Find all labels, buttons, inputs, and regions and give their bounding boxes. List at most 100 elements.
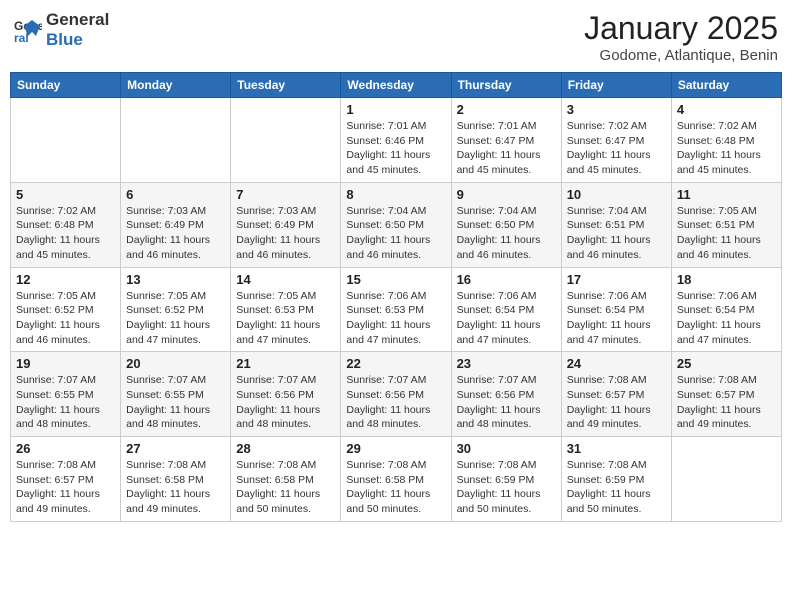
calendar-cell: 22 Sunrise: 7:07 AM Sunset: 6:56 PM Dayli… — [341, 352, 451, 437]
day-number: 3 — [567, 102, 666, 117]
calendar-cell: 16Sunrise: 7:06 AM Sunset: 6:54 PM Dayli… — [451, 267, 561, 352]
weekday-header: Friday — [561, 73, 671, 98]
day-number: 29 — [346, 441, 445, 456]
title-block: January 2025 Godome, Atlantique, Benin — [584, 10, 778, 64]
day-info: Sunrise: 7:08 AM Sunset: 6:58 PM Dayligh… — [346, 458, 445, 517]
calendar-week-row: 26 Sunrise: 7:08 AM Sunset: 6:57 PM Dayli… — [11, 437, 782, 522]
logo-icon: Gene ral — [14, 16, 42, 44]
weekday-header-row: SundayMondayTuesdayWednesdayThursdayFrid… — [11, 73, 782, 98]
weekday-header: Monday — [121, 73, 231, 98]
day-number: 7 — [236, 187, 335, 202]
day-info: Sunrise: 7:04 AM Sunset: 6:50 PM Dayligh… — [457, 204, 556, 263]
calendar-cell: 18Sunrise: 7:06 AM Sunset: 6:54 PM Dayli… — [671, 267, 781, 352]
day-number: 1 — [346, 102, 445, 117]
calendar-cell: 29 Sunrise: 7:08 AM Sunset: 6:58 PM Dayli… — [341, 437, 451, 522]
day-number: 9 — [457, 187, 556, 202]
day-info: Sunrise: 7:01 AM Sunset: 6:47 PM Dayligh… — [457, 119, 556, 178]
weekday-header: Sunday — [11, 73, 121, 98]
day-info: Sunrise: 7:08 AM Sunset: 6:57 PM Dayligh… — [16, 458, 115, 517]
calendar-cell: 4 Sunrise: 7:02 AM Sunset: 6:48 PM Daylig… — [671, 98, 781, 183]
day-number: 23 — [457, 356, 556, 371]
calendar-cell: 2 Sunrise: 7:01 AM Sunset: 6:47 PM Daylig… — [451, 98, 561, 183]
day-info: Sunrise: 7:06 AM Sunset: 6:53 PM Dayligh… — [346, 289, 445, 348]
weekday-header: Wednesday — [341, 73, 451, 98]
calendar-cell: 24 Sunrise: 7:08 AM Sunset: 6:57 PM Dayli… — [561, 352, 671, 437]
calendar-cell: 9 Sunrise: 7:04 AM Sunset: 6:50 PM Daylig… — [451, 182, 561, 267]
day-number: 19 — [16, 356, 115, 371]
day-info: Sunrise: 7:05 AM Sunset: 6:51 PM Dayligh… — [677, 204, 776, 263]
day-number: 26 — [16, 441, 115, 456]
calendar-cell: 21 Sunrise: 7:07 AM Sunset: 6:56 PM Dayli… — [231, 352, 341, 437]
weekday-header: Tuesday — [231, 73, 341, 98]
day-number: 22 — [346, 356, 445, 371]
calendar-cell: 25 Sunrise: 7:08 AM Sunset: 6:57 PM Dayli… — [671, 352, 781, 437]
day-number: 5 — [16, 187, 115, 202]
logo: Gene ral General Blue — [14, 10, 109, 49]
svg-text:ral: ral — [14, 31, 29, 44]
day-number: 12 — [16, 272, 115, 287]
day-info: Sunrise: 7:06 AM Sunset: 6:54 PM Dayligh… — [677, 289, 776, 348]
calendar-cell: 23 Sunrise: 7:07 AM Sunset: 6:56 PM Dayli… — [451, 352, 561, 437]
day-number: 4 — [677, 102, 776, 117]
calendar-cell: 10Sunrise: 7:04 AM Sunset: 6:51 PM Dayli… — [561, 182, 671, 267]
calendar-cell: 1 Sunrise: 7:01 AM Sunset: 6:46 PM Daylig… — [341, 98, 451, 183]
calendar-cell — [11, 98, 121, 183]
calendar-cell — [231, 98, 341, 183]
day-info: Sunrise: 7:01 AM Sunset: 6:46 PM Dayligh… — [346, 119, 445, 178]
day-info: Sunrise: 7:08 AM Sunset: 6:58 PM Dayligh… — [236, 458, 335, 517]
day-info: Sunrise: 7:02 AM Sunset: 6:48 PM Dayligh… — [677, 119, 776, 178]
location-title: Godome, Atlantique, Benin — [584, 47, 778, 64]
calendar-cell: 15 Sunrise: 7:06 AM Sunset: 6:53 PM Dayli… — [341, 267, 451, 352]
day-info: Sunrise: 7:02 AM Sunset: 6:47 PM Dayligh… — [567, 119, 666, 178]
day-info: Sunrise: 7:03 AM Sunset: 6:49 PM Dayligh… — [236, 204, 335, 263]
day-info: Sunrise: 7:03 AM Sunset: 6:49 PM Dayligh… — [126, 204, 225, 263]
day-info: Sunrise: 7:08 AM Sunset: 6:57 PM Dayligh… — [677, 373, 776, 432]
day-info: Sunrise: 7:07 AM Sunset: 6:55 PM Dayligh… — [126, 373, 225, 432]
day-info: Sunrise: 7:07 AM Sunset: 6:56 PM Dayligh… — [457, 373, 556, 432]
day-number: 13 — [126, 272, 225, 287]
day-number: 30 — [457, 441, 556, 456]
day-number: 8 — [346, 187, 445, 202]
day-number: 27 — [126, 441, 225, 456]
day-info: Sunrise: 7:07 AM Sunset: 6:56 PM Dayligh… — [346, 373, 445, 432]
logo-text-general: General — [46, 10, 109, 30]
day-number: 24 — [567, 356, 666, 371]
calendar-cell: 3 Sunrise: 7:02 AM Sunset: 6:47 PM Daylig… — [561, 98, 671, 183]
day-info: Sunrise: 7:05 AM Sunset: 6:53 PM Dayligh… — [236, 289, 335, 348]
calendar-week-row: 12 Sunrise: 7:05 AM Sunset: 6:52 PM Dayli… — [11, 267, 782, 352]
day-number: 2 — [457, 102, 556, 117]
day-info: Sunrise: 7:08 AM Sunset: 6:59 PM Dayligh… — [567, 458, 666, 517]
calendar-cell: 30Sunrise: 7:08 AM Sunset: 6:59 PM Dayli… — [451, 437, 561, 522]
day-info: Sunrise: 7:04 AM Sunset: 6:50 PM Dayligh… — [346, 204, 445, 263]
calendar-cell: 27Sunrise: 7:08 AM Sunset: 6:58 PM Dayli… — [121, 437, 231, 522]
day-info: Sunrise: 7:02 AM Sunset: 6:48 PM Dayligh… — [16, 204, 115, 263]
calendar-cell: 7 Sunrise: 7:03 AM Sunset: 6:49 PM Daylig… — [231, 182, 341, 267]
calendar-cell: 28 Sunrise: 7:08 AM Sunset: 6:58 PM Dayli… — [231, 437, 341, 522]
calendar-week-row: 1 Sunrise: 7:01 AM Sunset: 6:46 PM Daylig… — [11, 98, 782, 183]
day-number: 21 — [236, 356, 335, 371]
day-info: Sunrise: 7:07 AM Sunset: 6:56 PM Dayligh… — [236, 373, 335, 432]
day-number: 14 — [236, 272, 335, 287]
day-info: Sunrise: 7:06 AM Sunset: 6:54 PM Dayligh… — [567, 289, 666, 348]
day-number: 15 — [346, 272, 445, 287]
day-info: Sunrise: 7:06 AM Sunset: 6:54 PM Dayligh… — [457, 289, 556, 348]
calendar-cell: 13 Sunrise: 7:05 AM Sunset: 6:52 PM Dayli… — [121, 267, 231, 352]
calendar-cell: 17 Sunrise: 7:06 AM Sunset: 6:54 PM Dayli… — [561, 267, 671, 352]
month-title: January 2025 — [584, 10, 778, 47]
day-number: 11 — [677, 187, 776, 202]
day-info: Sunrise: 7:08 AM Sunset: 6:57 PM Dayligh… — [567, 373, 666, 432]
day-info: Sunrise: 7:05 AM Sunset: 6:52 PM Dayligh… — [126, 289, 225, 348]
page-header: Gene ral General Blue January 2025 Godom… — [10, 10, 782, 64]
day-number: 17 — [567, 272, 666, 287]
day-number: 28 — [236, 441, 335, 456]
calendar-week-row: 5 Sunrise: 7:02 AM Sunset: 6:48 PM Daylig… — [11, 182, 782, 267]
calendar-cell: 11 Sunrise: 7:05 AM Sunset: 6:51 PM Dayli… — [671, 182, 781, 267]
calendar-cell: 6 Sunrise: 7:03 AM Sunset: 6:49 PM Daylig… — [121, 182, 231, 267]
calendar-cell: 5 Sunrise: 7:02 AM Sunset: 6:48 PM Daylig… — [11, 182, 121, 267]
calendar-cell — [671, 437, 781, 522]
day-number: 20 — [126, 356, 225, 371]
day-number: 25 — [677, 356, 776, 371]
calendar-cell: 14 Sunrise: 7:05 AM Sunset: 6:53 PM Dayli… — [231, 267, 341, 352]
day-info: Sunrise: 7:04 AM Sunset: 6:51 PM Dayligh… — [567, 204, 666, 263]
day-number: 6 — [126, 187, 225, 202]
